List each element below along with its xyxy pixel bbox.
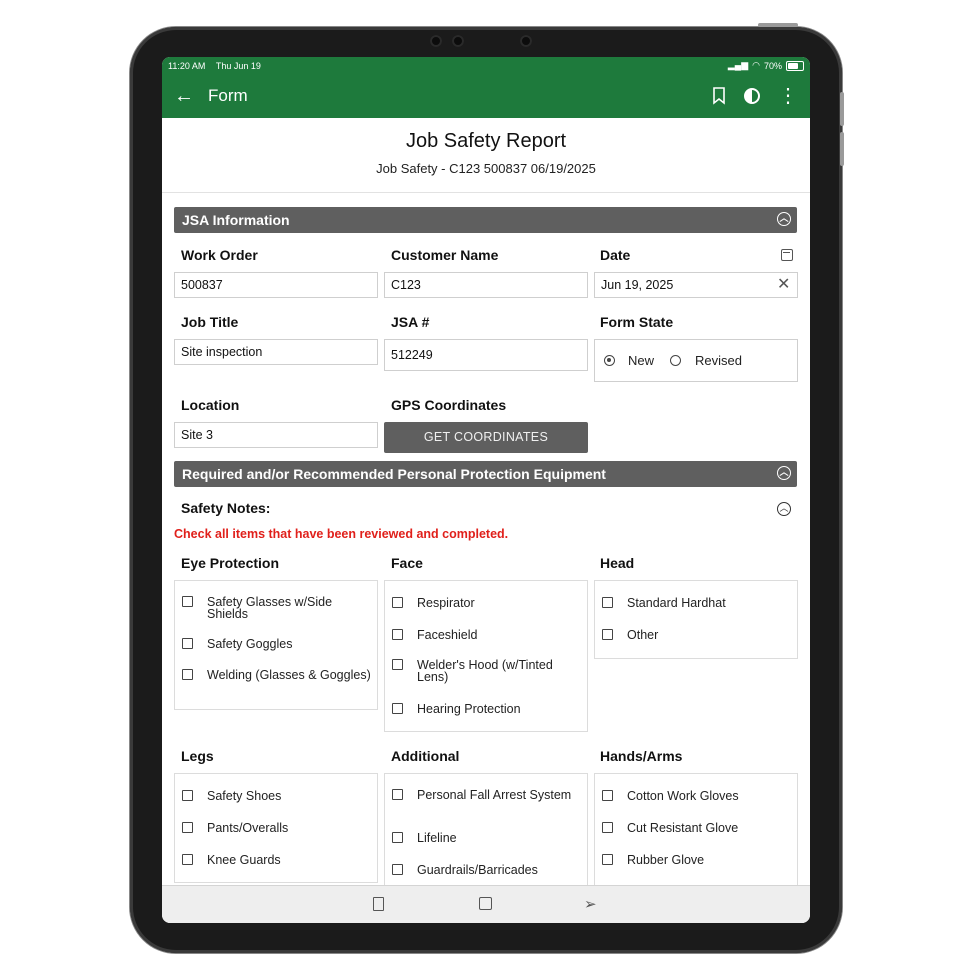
list-item[interactable]: Other <box>602 629 792 641</box>
jsa-number-label: JSA # <box>391 314 430 330</box>
report-title: Job Safety Report <box>405 130 567 152</box>
camera-bar <box>430 35 542 49</box>
customer-name-field[interactable]: C123 <box>384 272 588 298</box>
clear-icon[interactable]: ✕ <box>777 274 790 294</box>
location-field[interactable]: Site 3 <box>174 422 378 448</box>
face-title: Face <box>391 555 423 571</box>
signal-icon: ▂▄▆ <box>727 60 749 70</box>
bookmark-icon[interactable] <box>712 87 726 105</box>
save-icon[interactable] <box>479 897 492 910</box>
head-title: Head <box>600 555 635 571</box>
report-subtitle: Job Safety - C123 500837 06/19/2025 <box>376 161 596 176</box>
date-field[interactable]: Jun 19, 2025 <box>594 272 798 298</box>
checkbox[interactable] <box>182 822 193 833</box>
list-item[interactable]: Cotton Work Gloves <box>602 790 792 802</box>
checkbox[interactable] <box>392 789 403 800</box>
contrast-icon[interactable] <box>744 88 760 104</box>
head-group <box>594 580 798 659</box>
section-ppe[interactable]: Required and/or Recommended Personal Pro… <box>174 461 797 487</box>
date-label: Date <box>600 247 631 263</box>
status-bar: 11:20 AM Thu Jun 19 ▂▄▆ ◠ 70% <box>162 57 810 74</box>
checkbox[interactable] <box>182 854 193 865</box>
location-label: Location <box>181 397 240 413</box>
list-item[interactable]: Guardrails/Barricades <box>392 864 582 876</box>
checkbox[interactable] <box>602 822 613 833</box>
checkbox[interactable] <box>182 638 193 649</box>
checkbox[interactable] <box>392 629 403 640</box>
work-order-label: Work Order <box>181 247 258 263</box>
legs-title: Legs <box>181 748 214 764</box>
volume-up-button <box>840 92 844 126</box>
list-item[interactable]: Lifeline <box>392 832 582 844</box>
job-title-label: Job Title <box>181 314 239 330</box>
status-date: Thu Jun 19 <box>215 60 261 71</box>
chevron-up-icon[interactable]: ︿ <box>777 502 791 516</box>
kebab-icon[interactable]: ⋮ <box>778 86 798 106</box>
send-icon[interactable]: ➢ <box>584 895 597 913</box>
checkbox[interactable] <box>392 832 403 843</box>
radio-new-label: New <box>628 353 655 368</box>
checkbox[interactable] <box>182 790 193 801</box>
warning-text: Check all items that have been reviewed … <box>174 527 509 541</box>
volume-down-button <box>840 132 844 166</box>
bottom-toolbar: ➢ <box>162 885 810 923</box>
radio-revised[interactable] <box>670 355 681 366</box>
list-item[interactable]: Rubber Glove <box>602 854 792 866</box>
app-bar: ← Form ⋮ <box>162 74 810 118</box>
checkbox[interactable] <box>602 790 613 801</box>
get-coordinates-button[interactable]: GET COORDINATES <box>384 422 588 453</box>
job-title-field[interactable]: Site inspection <box>174 339 378 365</box>
checkbox[interactable] <box>392 703 403 714</box>
status-time: 11:20 AM <box>168 60 206 71</box>
list-item[interactable]: Personal Fall Arrest System <box>392 789 582 801</box>
radio-revised-label: Revised <box>695 353 742 368</box>
calendar-icon[interactable] <box>781 249 793 261</box>
section-title: Required and/or Recommended Personal Pro… <box>182 466 606 482</box>
checkbox[interactable] <box>602 629 613 640</box>
preview-document-icon[interactable] <box>373 897 384 911</box>
checkbox[interactable] <box>182 669 193 680</box>
app-title: Form <box>208 86 248 105</box>
hands-arms-title: Hands/Arms <box>600 748 683 764</box>
checkbox[interactable] <box>392 864 403 875</box>
form-state-label: Form State <box>600 314 674 330</box>
battery-text: 70% <box>763 60 782 71</box>
checkbox[interactable] <box>182 596 193 607</box>
checkbox[interactable] <box>392 597 403 608</box>
radio-new[interactable] <box>604 355 615 366</box>
section-title: JSA Information <box>182 212 290 228</box>
list-item[interactable]: Respirator <box>392 597 582 609</box>
list-item[interactable]: Safety Goggles <box>182 638 372 650</box>
list-item[interactable]: Knee Guards <box>182 854 372 866</box>
list-item[interactable]: Cut Resistant Glove <box>602 822 792 834</box>
checkbox[interactable] <box>602 854 613 865</box>
list-item[interactable]: Standard Hardhat <box>602 597 792 609</box>
eye-protection-title: Eye Protection <box>181 555 280 571</box>
power-button <box>758 23 798 27</box>
safety-notes-label: Safety Notes: <box>181 500 271 516</box>
battery-icon <box>786 60 804 71</box>
screen: 11:20 AM Thu Jun 19 ▂▄▆ ◠ 70% ← Form ⋮ J… <box>162 57 810 923</box>
section-jsa-information[interactable]: JSA Information ︿ <box>174 207 797 233</box>
list-item[interactable]: Welder's Hood (w/Tinted Lens) <box>392 659 582 683</box>
list-item[interactable]: Faceshield <box>392 629 582 641</box>
checkbox[interactable] <box>602 597 613 608</box>
list-item[interactable]: Safety Shoes <box>182 790 372 802</box>
gps-label: GPS Coordinates <box>391 397 507 413</box>
wifi-icon: ◠ <box>752 60 760 70</box>
additional-title: Additional <box>391 748 460 764</box>
work-order-field[interactable]: 500837 <box>174 272 378 298</box>
list-item[interactable]: Pants/Overalls <box>182 822 372 834</box>
list-item[interactable]: Welding (Glasses & Goggles) <box>182 669 372 681</box>
list-item[interactable]: Hearing Protection <box>392 703 582 715</box>
customer-name-label: Customer Name <box>391 247 499 263</box>
chevron-up-icon[interactable]: ︿ <box>777 212 791 226</box>
arrow-left-icon[interactable]: ← <box>174 85 208 108</box>
list-item[interactable]: Safety Glasses w/Side Shields <box>182 596 372 620</box>
report-header: Job Safety Report Job Safety - C123 5008… <box>162 118 810 193</box>
chevron-up-icon[interactable]: ︿ <box>777 466 791 480</box>
checkbox[interactable] <box>392 659 403 670</box>
jsa-number-field[interactable]: 512249 <box>384 339 588 371</box>
